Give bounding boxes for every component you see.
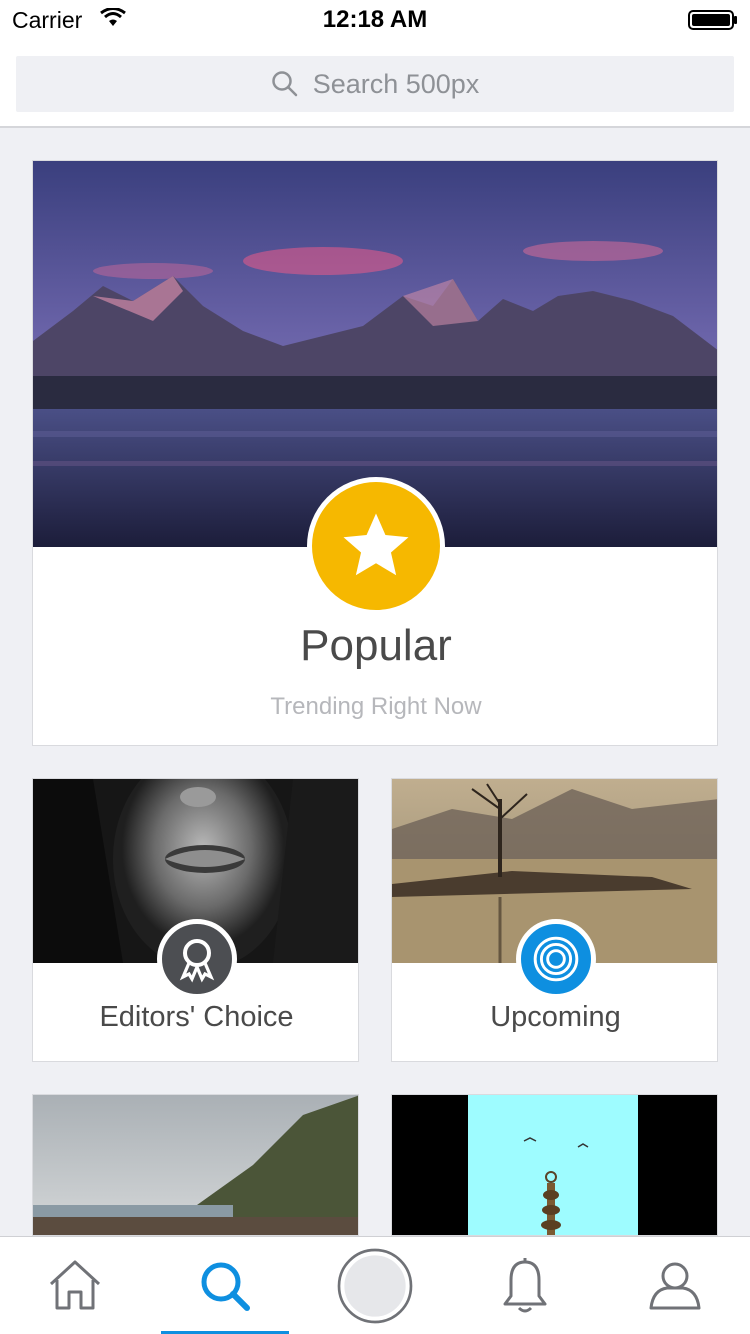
editors-choice-badge xyxy=(157,919,237,999)
tab-notifications[interactable] xyxy=(450,1237,600,1334)
battery-icon xyxy=(688,10,737,30)
upcoming-title: Upcoming xyxy=(490,1001,621,1033)
search-icon xyxy=(271,71,297,97)
search-placeholder: Search 500px xyxy=(312,68,480,99)
popular-subtitle: Trending Right Now xyxy=(270,693,482,720)
popular-badge xyxy=(307,477,445,615)
search-input[interactable]: Search 500px xyxy=(16,56,734,112)
star-icon xyxy=(343,513,409,576)
coast-cover-image xyxy=(33,1095,358,1235)
category-card-popular[interactable]: Popular Trending Right Now xyxy=(32,160,718,746)
home-icon xyxy=(49,1260,101,1310)
category-card-partial-2[interactable] xyxy=(391,1094,718,1236)
category-card-partial-1[interactable] xyxy=(32,1094,359,1236)
status-bar: Carrier 12:18 AM xyxy=(0,0,750,40)
category-card-upcoming[interactable]: Upcoming xyxy=(391,778,718,1062)
tab-home[interactable] xyxy=(0,1237,150,1334)
bell-icon xyxy=(503,1258,547,1313)
concentric-circles-icon xyxy=(533,936,579,982)
search-icon xyxy=(201,1262,250,1311)
tab-profile[interactable] xyxy=(600,1237,750,1334)
camera-icon xyxy=(337,1248,413,1324)
popular-title: Popular xyxy=(300,621,452,670)
profile-icon xyxy=(649,1262,701,1310)
upcoming-badge xyxy=(516,919,596,999)
tab-bar xyxy=(0,1236,750,1334)
editors-choice-title: Editors' Choice xyxy=(99,1001,294,1033)
status-time: 12:18 AM xyxy=(322,6,428,33)
award-icon xyxy=(179,939,215,983)
tab-camera[interactable] xyxy=(300,1237,450,1334)
search-bar: Search 500px xyxy=(0,40,750,128)
tab-search[interactable] xyxy=(150,1237,300,1334)
category-card-editors-choice[interactable]: Editors' Choice xyxy=(32,778,359,1062)
tower-cover-image xyxy=(392,1095,717,1235)
